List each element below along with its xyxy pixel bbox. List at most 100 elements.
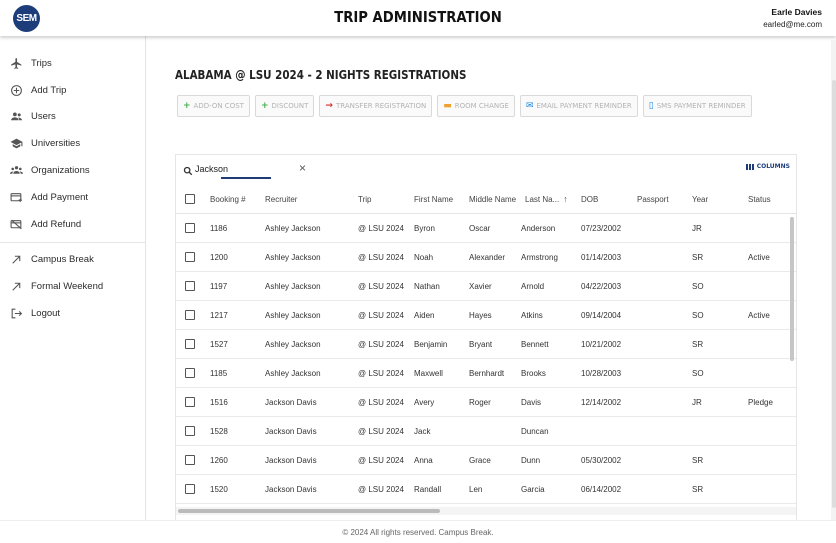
cell-year: SR xyxy=(692,339,704,349)
cell-year: SO xyxy=(692,368,704,378)
row-checkbox[interactable] xyxy=(185,339,195,349)
search-icon xyxy=(183,163,193,176)
cell-first-name: Avery xyxy=(414,397,435,407)
row-checkbox[interactable] xyxy=(185,397,195,407)
cell-middle-name: Roger xyxy=(469,397,491,407)
column-header-first-name[interactable]: First Name xyxy=(414,185,453,213)
column-header-dob[interactable]: DOB xyxy=(581,185,598,213)
cell-status: Active xyxy=(748,310,770,320)
table-row[interactable]: 1516 Jackson Davis @ LSU 2024 Avery Roger Dav… xyxy=(176,388,796,417)
sidebar-link-logout[interactable]: Logout xyxy=(0,300,146,327)
logo[interactable]: SEM xyxy=(13,5,40,32)
sidebar-item-label: Users xyxy=(31,111,56,123)
transfer-registration-button[interactable]: → TRANSFER REGISTRATION xyxy=(319,95,433,117)
cell-dob: 10/28/2003 xyxy=(581,368,622,378)
table-horizontal-scrollbar[interactable] xyxy=(178,509,440,513)
sort-ascending-icon[interactable]: ↑ xyxy=(563,194,568,204)
table-vertical-scrollbar[interactable] xyxy=(790,217,794,361)
page-vertical-scrollbar[interactable] xyxy=(832,80,836,508)
cell-year: SR xyxy=(692,252,704,262)
cell-booking: 1185 xyxy=(210,368,228,378)
column-header-booking[interactable]: Booking # xyxy=(210,185,246,213)
table-row[interactable]: 1528 Jackson Davis @ LSU 2024 Jack Duncan xyxy=(176,417,796,446)
sidebar-link-label: Formal Weekend xyxy=(31,281,104,293)
column-header-passport[interactable]: Passport xyxy=(637,185,669,213)
discount-button[interactable]: + DISCOUNT xyxy=(254,95,315,117)
cell-booking: 1217 xyxy=(210,310,228,320)
row-checkbox[interactable] xyxy=(185,252,195,262)
logout-icon xyxy=(9,307,23,321)
sidebar: Trips Add Trip Users Universities Organi… xyxy=(0,36,146,520)
email-payment-reminder-button[interactable]: ✉ EMAIL PAYMENT REMINDER xyxy=(519,95,638,117)
cell-booking: 1528 xyxy=(210,426,228,436)
table-row[interactable]: 1185 Ashley Jackson @ LSU 2024 Maxwell Bernh… xyxy=(176,359,796,388)
sidebar-item-trips[interactable]: Trips xyxy=(0,50,146,77)
cell-last-name: Atkins xyxy=(521,310,543,320)
columns-button[interactable]: COLUMNS xyxy=(745,163,790,170)
close-icon[interactable]: × xyxy=(299,162,306,174)
row-checkbox[interactable] xyxy=(185,310,195,320)
cell-trip: @ LSU 2024 xyxy=(358,455,404,465)
column-header-trip[interactable]: Trip xyxy=(358,185,371,213)
column-header-label: Trip xyxy=(358,194,372,204)
cell-booking: 1197 xyxy=(210,281,228,291)
row-checkbox-cell xyxy=(185,214,195,242)
search-input[interactable] xyxy=(195,161,275,176)
sidebar-item-add-refund[interactable]: Add Refund xyxy=(0,211,146,238)
add-on-cost-button[interactable]: + ADD-ON COST xyxy=(177,95,250,117)
sidebar-link-campus-break[interactable]: Campus Break xyxy=(0,247,146,274)
cell-last-name: Dunn xyxy=(521,455,541,465)
room-change-button[interactable]: ▬ ROOM CHANGE xyxy=(437,95,515,117)
cell-year: JR xyxy=(692,223,702,233)
cell-recruiter: Ashley Jackson xyxy=(265,339,321,349)
cell-first-name: Noah xyxy=(414,252,434,262)
cell-dob: 06/14/2002 xyxy=(581,484,622,494)
row-checkbox[interactable] xyxy=(185,281,195,291)
sidebar-item-add-payment[interactable]: Add Payment xyxy=(0,184,146,211)
cell-trip: @ LSU 2024 xyxy=(358,310,404,320)
columns-icon xyxy=(745,163,754,170)
footer: © 2024 All rights reserved. Campus Break… xyxy=(0,520,836,543)
cell-year: SO xyxy=(692,281,704,291)
sidebar-item-add-trip[interactable]: Add Trip xyxy=(0,77,146,104)
row-checkbox[interactable] xyxy=(185,368,195,378)
table-row[interactable]: 1520 Jackson Davis @ LSU 2024 Randall Len Gar… xyxy=(176,475,796,504)
column-header-label: DOB xyxy=(581,194,599,204)
cell-recruiter: Jackson Davis xyxy=(265,397,317,407)
column-header-year[interactable]: Year xyxy=(692,185,708,213)
column-header-last-name[interactable]: Last Na... ↑ xyxy=(525,185,568,213)
column-header-status[interactable]: Status xyxy=(748,185,771,213)
column-header-recruiter[interactable]: Recruiter xyxy=(265,185,297,213)
row-checkbox[interactable] xyxy=(185,455,195,465)
table-row[interactable]: 1527 Ashley Jackson @ LSU 2024 Benjamin Brya… xyxy=(176,330,796,359)
row-checkbox-cell xyxy=(185,330,195,358)
column-header-label: Last Na... xyxy=(525,194,560,204)
table-row[interactable]: 1186 Ashley Jackson @ LSU 2024 Byron Oscar An… xyxy=(176,214,796,243)
row-checkbox[interactable] xyxy=(185,484,195,494)
table-row[interactable]: 1197 Ashley Jackson @ LSU 2024 Nathan Xavier… xyxy=(176,272,796,301)
plane-icon xyxy=(9,56,23,70)
cell-first-name: Randall xyxy=(414,484,442,494)
column-header-middle-name[interactable]: Middle Name xyxy=(469,185,516,213)
user-info[interactable]: Earle Davies earled@me.com xyxy=(763,7,822,29)
app-root: SEM TRIP ADMINISTRATION Earle Davies ear… xyxy=(0,0,836,543)
sms-payment-reminder-button[interactable]: ▯ SMS PAYMENT REMINDER xyxy=(642,95,752,117)
sidebar-link-formal-weekend[interactable]: Formal Weekend xyxy=(0,273,146,300)
select-all-checkbox[interactable] xyxy=(185,194,195,204)
cell-middle-name: Xavier xyxy=(469,281,492,291)
sidebar-item-universities[interactable]: Universities xyxy=(0,130,146,157)
sidebar-item-users[interactable]: Users xyxy=(0,104,146,131)
cell-dob: 09/14/2004 xyxy=(581,310,622,320)
plus-icon: + xyxy=(260,101,269,111)
sidebar-link-label: Logout xyxy=(31,308,61,320)
button-label: ROOM CHANGE xyxy=(454,102,509,110)
table-row[interactable]: 1260 Jackson Davis @ LSU 2024 Anna Grace Dunn… xyxy=(176,446,796,475)
row-checkbox[interactable] xyxy=(185,426,195,436)
sidebar-item-organizations[interactable]: Organizations xyxy=(0,157,146,184)
row-checkbox[interactable] xyxy=(185,223,195,233)
row-checkbox-cell xyxy=(185,475,195,503)
cell-recruiter: Jackson Davis xyxy=(265,426,317,436)
data-grid: Booking # Recruiter Trip First Name Midd… xyxy=(176,185,796,504)
table-row[interactable]: 1200 Ashley Jackson @ LSU 2024 Noah Alexande… xyxy=(176,243,796,272)
table-row[interactable]: 1217 Ashley Jackson @ LSU 2024 Aiden Hayes At… xyxy=(176,301,796,330)
